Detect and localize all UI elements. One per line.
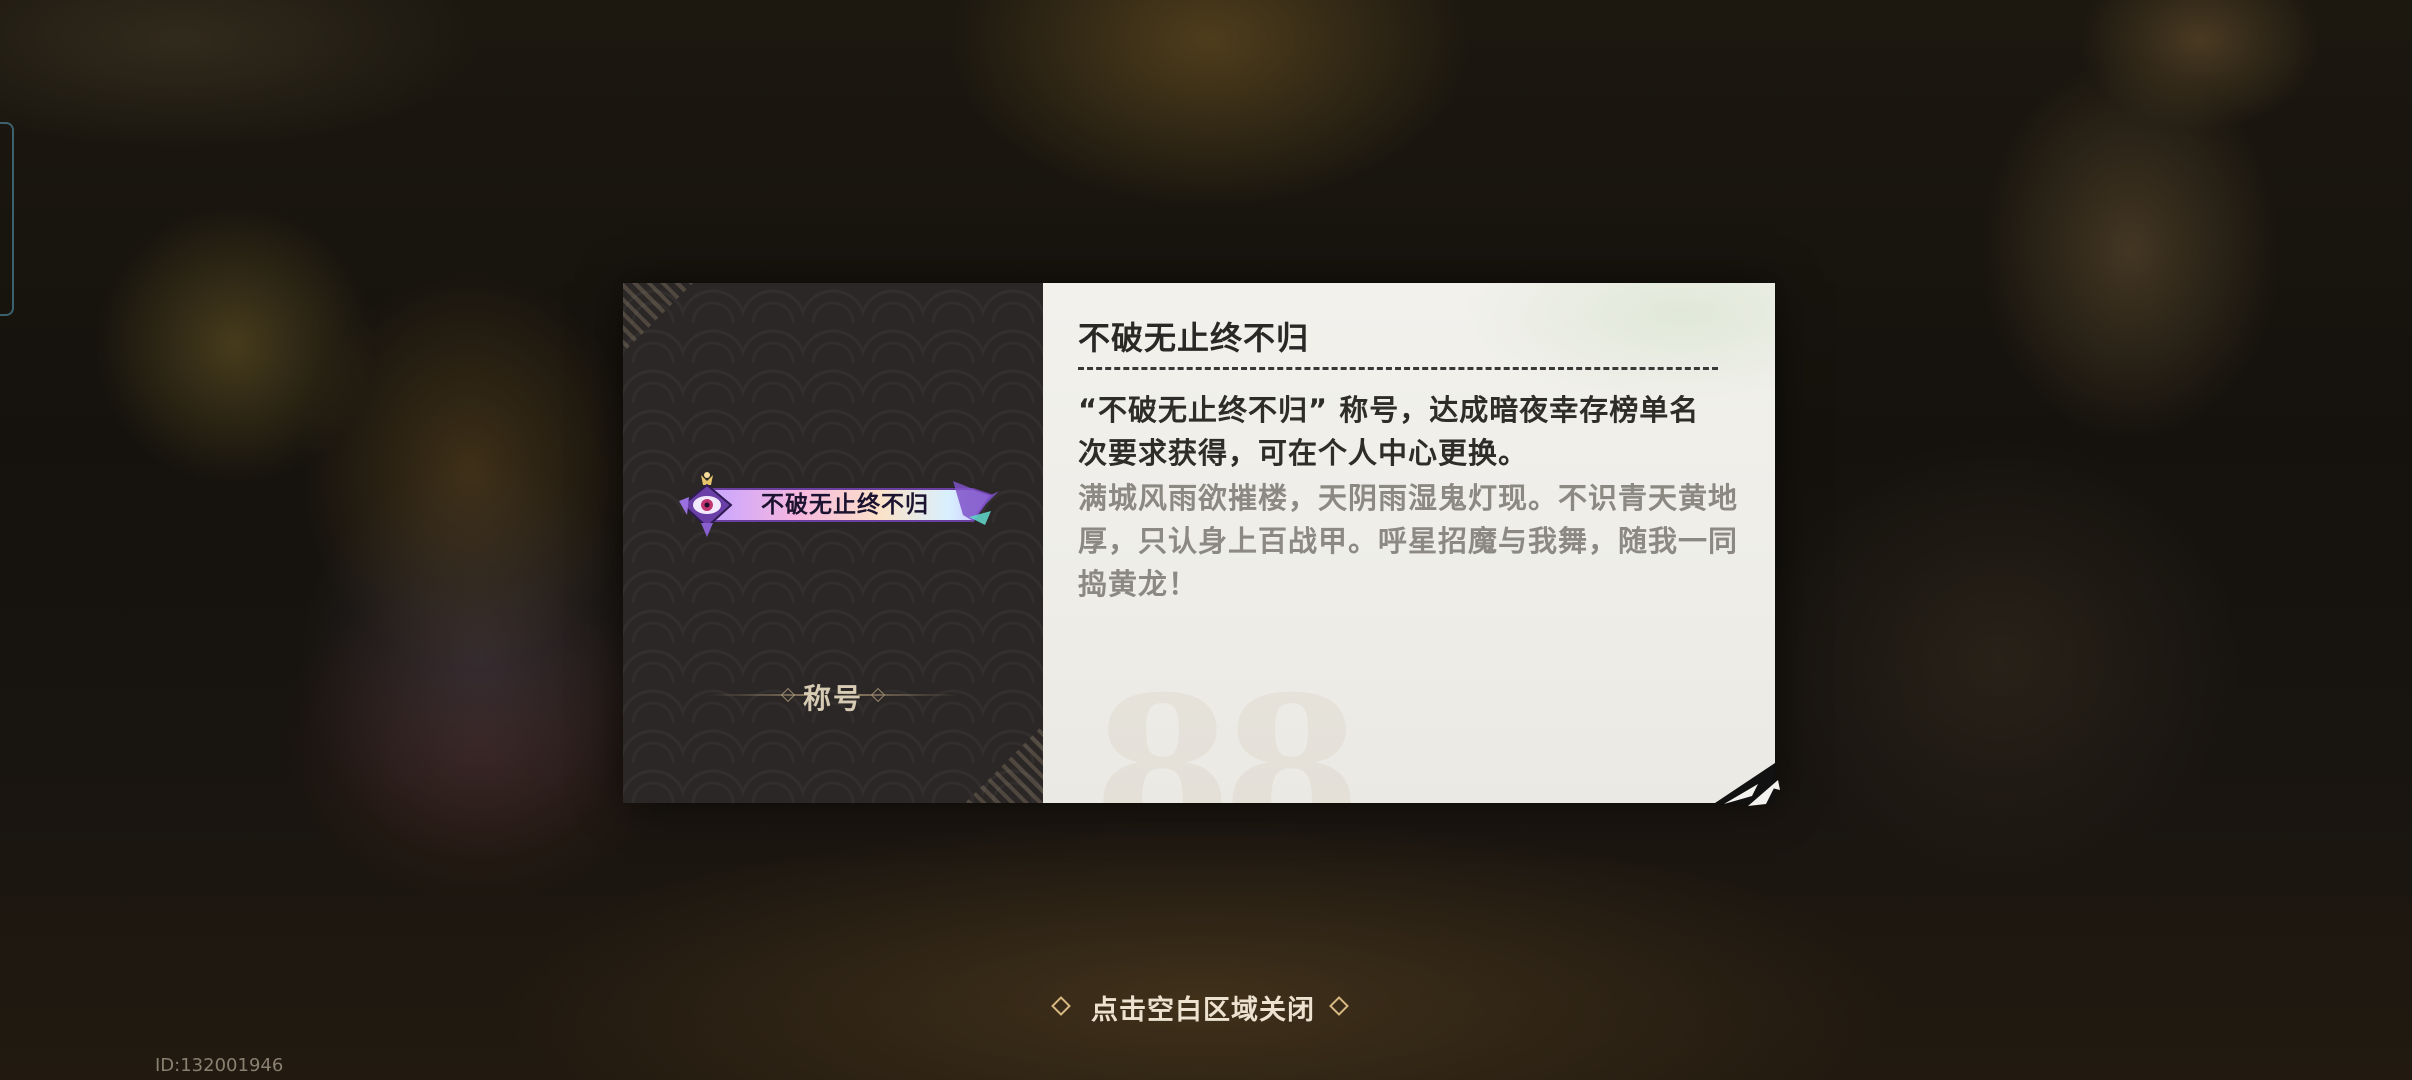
diamond-icon [1329,996,1349,1016]
divider-line [858,694,958,696]
background-watermark: 88 [1093,653,1361,803]
diamond-icon [1051,996,1071,1016]
diamond-ornament [780,687,796,703]
blurred-background-overlay[interactable]: 不破无止终不归 称号 88 不破无止终不归 “不破无止终不归” 称号，达成暗夜幸… [0,0,2412,1080]
category-label-row: 称号 [623,673,1043,717]
dashed-divider [1078,367,1718,370]
close-hint-label: 点击空白区域关闭 [1091,995,1315,1026]
card-info-panel: 88 不破无止终不归 “不破无止终不归” 称号，达成暗夜幸存榜单名次要求获得，可… [1043,283,1775,803]
player-uid: ID:132001946 [155,1055,284,1076]
card-preview-panel: 不破无止终不归 称号 [623,283,1043,803]
side-panel-handle[interactable] [0,122,14,316]
corner-stripes-decoration [623,283,703,363]
item-title: 不破无止终不归 [1078,319,1310,357]
badge-label: 不破无止终不归 [761,492,929,518]
title-badge: 不破无止终不归 [673,471,1003,541]
title-detail-card: 不破无止终不归 称号 88 不破无止终不归 “不破无止终不归” 称号，达成暗夜幸… [623,283,1775,803]
item-description: “不破无止终不归” 称号，达成暗夜幸存榜单名次要求获得，可在个人中心更换。 [1078,393,1700,470]
close-hint[interactable]: 点击空白区域关闭 [1050,988,1360,1028]
category-label: 称号 [803,682,864,715]
fold-arrow-icon [1724,780,1780,806]
crowned-eye-emblem-icon [679,472,733,537]
corner-stripes-decoration [959,719,1043,803]
item-lore: 满城风雨欲摧楼，天阴雨湿鬼灯现。不识青天黄地厚，只认身上百战甲。呼星招魔与我舞，… [1078,481,1739,601]
